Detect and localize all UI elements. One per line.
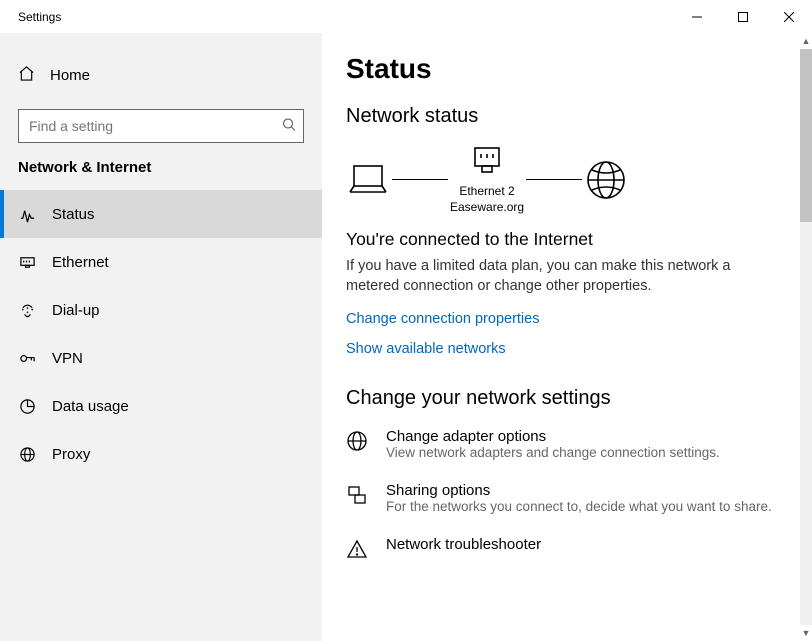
scroll-down-arrow[interactable]: ▼: [800, 625, 812, 641]
change-settings-heading: Change your network settings: [346, 387, 782, 410]
content-pane: Status Network status Ethernet 2 Easewar…: [322, 33, 812, 641]
page-title: Status: [346, 53, 782, 85]
sharing-options-row[interactable]: Sharing options For the networks you con…: [346, 482, 782, 514]
datausage-icon: [18, 398, 36, 415]
network-troubleshooter-row[interactable]: Network troubleshooter: [346, 536, 782, 563]
laptop-icon: [346, 162, 390, 198]
ethernet-icon: [18, 254, 36, 271]
close-button[interactable]: [766, 0, 812, 33]
search-input[interactable]: [18, 109, 304, 143]
status-icon: [18, 206, 36, 223]
sidebar-item-label: VPN: [52, 350, 83, 367]
sidebar-item-label: Proxy: [52, 446, 90, 463]
sidebar-item-vpn[interactable]: VPN: [0, 334, 322, 382]
change-connection-properties-link[interactable]: Change connection properties: [346, 311, 782, 327]
scroll-thumb[interactable]: [800, 49, 812, 222]
sharing-icon: [346, 482, 370, 514]
search-icon: [282, 118, 296, 135]
setting-desc: For the networks you connect to, decide …: [386, 499, 772, 514]
sidebar-nav: Status Ethernet Dial-up: [0, 190, 322, 478]
sidebar-item-label: Data usage: [52, 398, 129, 415]
troubleshooter-icon: [346, 536, 370, 563]
scroll-track[interactable]: [800, 49, 812, 625]
sidebar-category: Network & Internet: [0, 159, 322, 176]
sidebar-item-datausage[interactable]: Data usage: [0, 382, 322, 430]
setting-title: Network troubleshooter: [386, 536, 541, 553]
connected-desc: If you have a limited data plan, you can…: [346, 256, 776, 297]
network-diagram: Ethernet 2 Easeware.org: [346, 144, 782, 215]
vertical-scrollbar[interactable]: ▲ ▼: [800, 33, 812, 641]
adapter-domain: Easeware.org: [450, 200, 524, 216]
adapter-name: Ethernet 2: [450, 184, 524, 200]
sidebar-item-label: Ethernet: [52, 254, 109, 271]
minimize-button[interactable]: [674, 0, 720, 33]
sidebar-item-ethernet[interactable]: Ethernet: [0, 238, 322, 286]
change-adapter-options-row[interactable]: Change adapter options View network adap…: [346, 428, 782, 460]
sidebar-item-status[interactable]: Status: [0, 190, 322, 238]
setting-title: Change adapter options: [386, 428, 720, 445]
adapter-icon: Ethernet 2 Easeware.org: [450, 144, 524, 215]
maximize-button[interactable]: [720, 0, 766, 33]
internet-globe-icon: [584, 158, 628, 202]
connector-line: [526, 179, 582, 180]
globe-icon: [18, 446, 36, 463]
dialup-icon: [18, 302, 36, 319]
sidebar: Home Network & Internet Status: [0, 33, 322, 641]
home-label: Home: [50, 67, 90, 84]
setting-desc: View network adapters and change connect…: [386, 445, 720, 460]
setting-title: Sharing options: [386, 482, 772, 499]
window-title: Settings: [18, 10, 61, 24]
sidebar-item-label: Status: [52, 206, 95, 223]
sidebar-item-dialup[interactable]: Dial-up: [0, 286, 322, 334]
show-available-networks-link[interactable]: Show available networks: [346, 341, 782, 357]
titlebar: Settings: [0, 0, 812, 33]
sidebar-item-proxy[interactable]: Proxy: [0, 430, 322, 478]
network-status-heading: Network status: [346, 105, 782, 128]
home-icon: [18, 65, 35, 86]
connected-heading: You're connected to the Internet: [346, 229, 782, 250]
sidebar-item-label: Dial-up: [52, 302, 100, 319]
scroll-up-arrow[interactable]: ▲: [800, 33, 812, 49]
search-field[interactable]: [18, 109, 304, 143]
vpn-icon: [18, 350, 36, 367]
home-button[interactable]: Home: [0, 55, 322, 95]
adapter-options-icon: [346, 428, 370, 460]
connector-line: [392, 179, 448, 180]
